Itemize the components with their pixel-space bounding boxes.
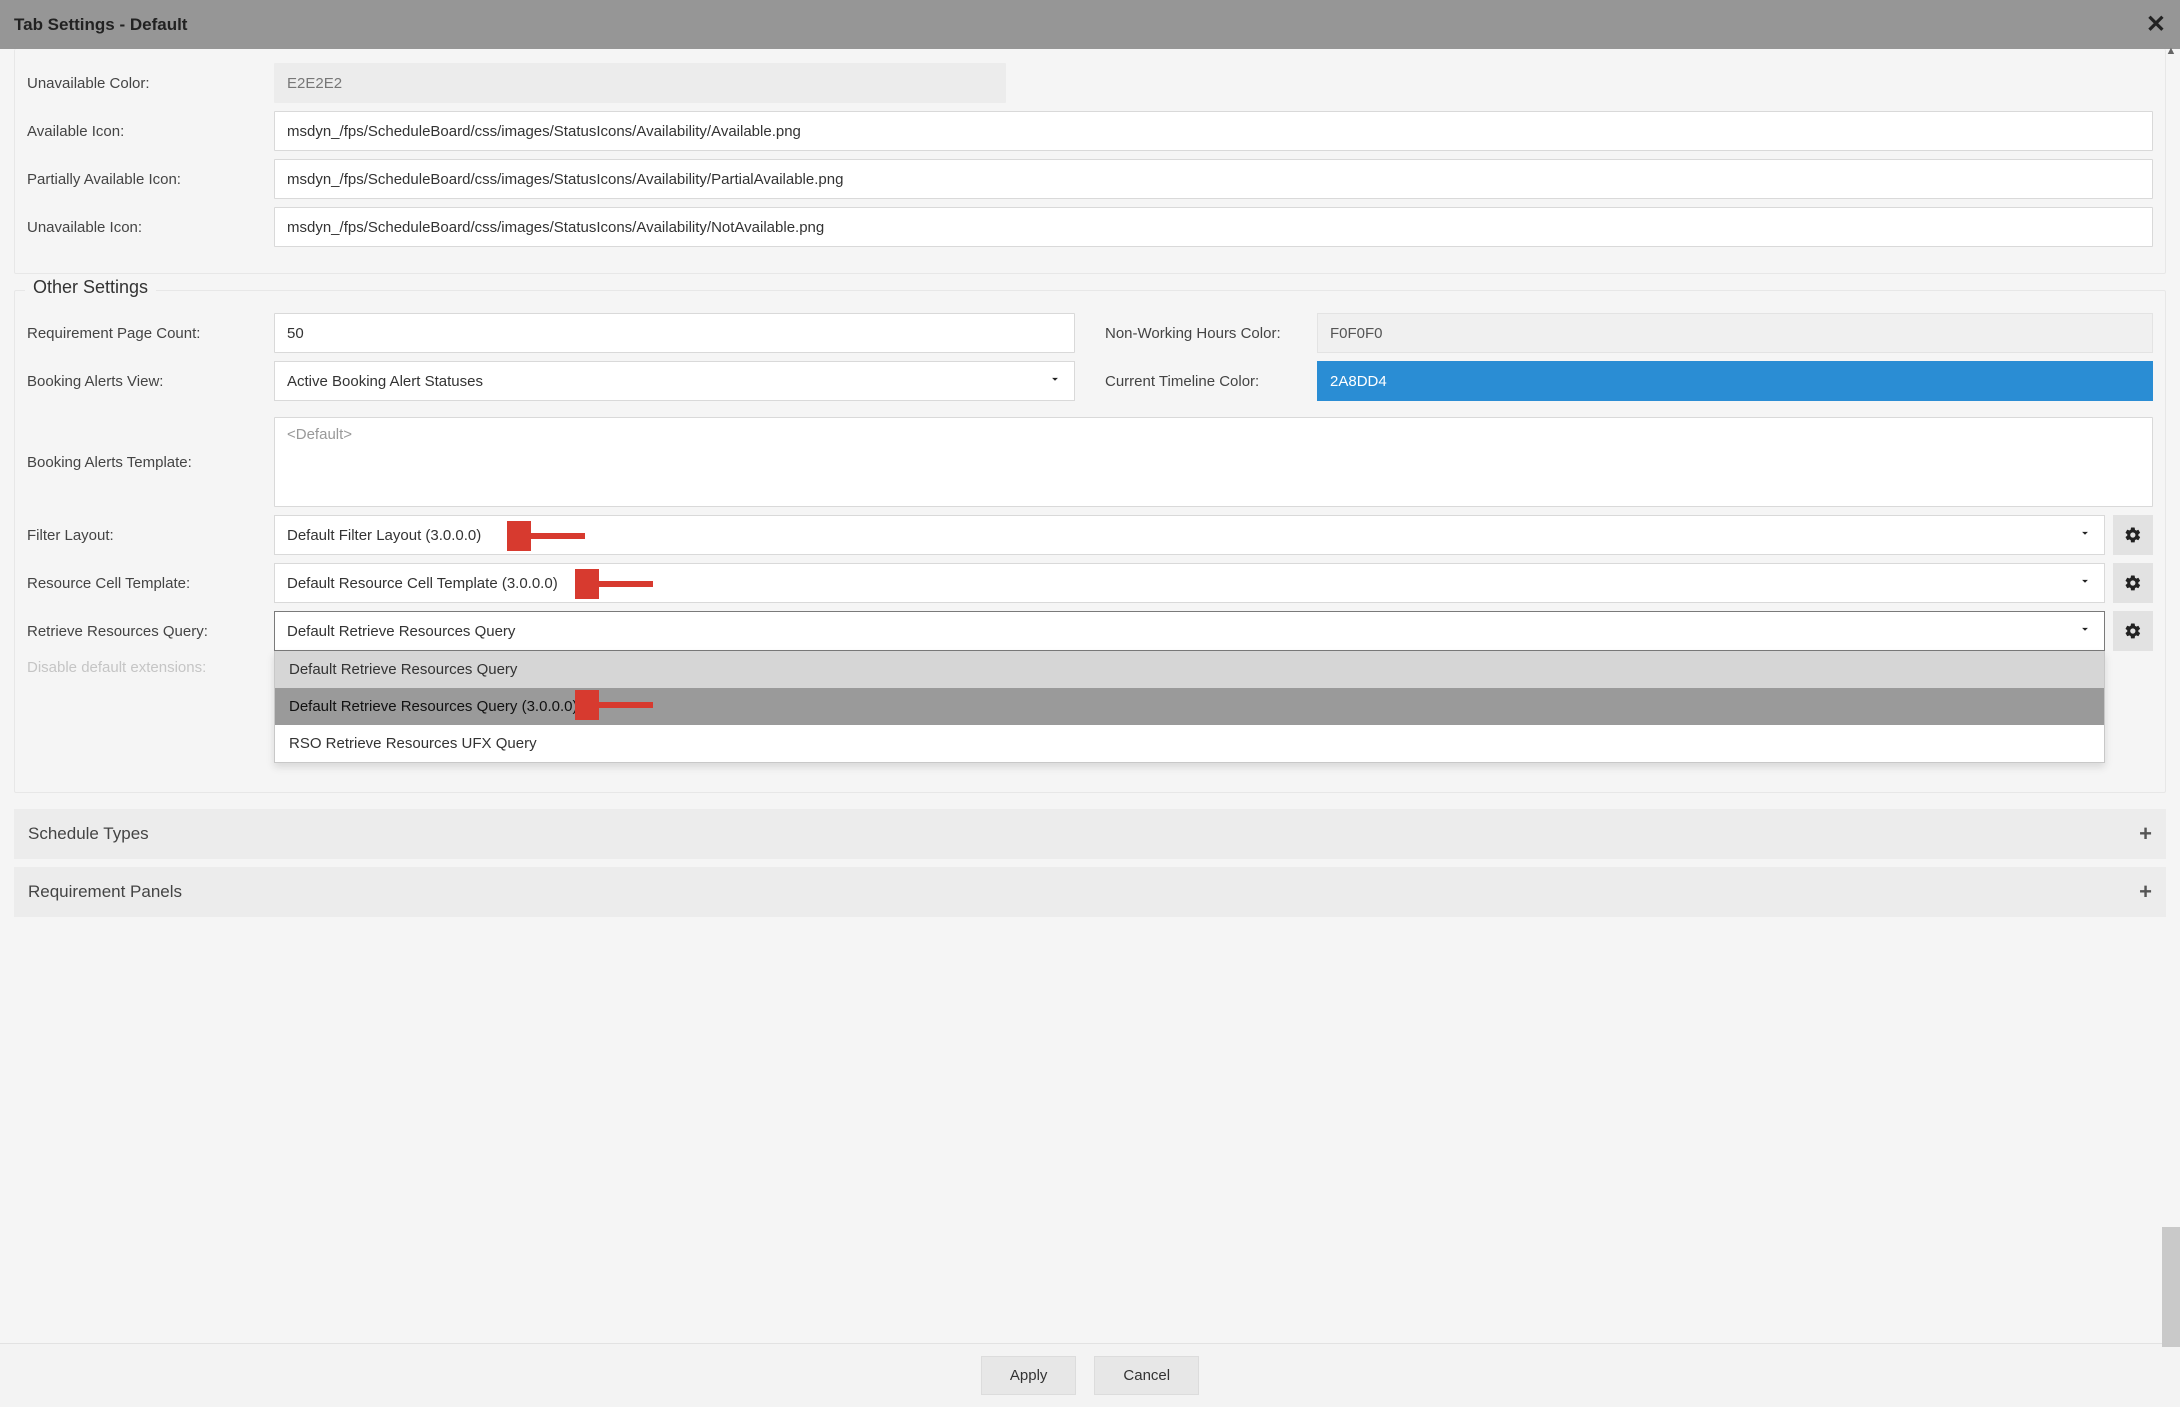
title-bar: Tab Settings - Default ✕ bbox=[0, 0, 2180, 49]
chevron-down-icon bbox=[2078, 574, 2092, 592]
booking-alerts-template-label: Booking Alerts Template: bbox=[27, 454, 262, 471]
available-icon-label: Available Icon: bbox=[27, 123, 262, 140]
timeline-color-label: Current Timeline Color: bbox=[1105, 373, 1305, 390]
plus-icon[interactable]: + bbox=[2139, 879, 2152, 905]
gear-icon bbox=[2124, 622, 2142, 640]
partially-icon-label: Partially Available Icon: bbox=[27, 171, 262, 188]
other-settings-legend: Other Settings bbox=[25, 277, 156, 298]
arrow-annotation-icon bbox=[575, 690, 655, 720]
nonworking-hours-color-field[interactable]: F0F0F0 bbox=[1317, 313, 2153, 353]
apply-button[interactable]: Apply bbox=[981, 1356, 1077, 1395]
unavailable-icon-field[interactable] bbox=[274, 207, 2153, 247]
partially-available-icon-field[interactable] bbox=[274, 159, 2153, 199]
booking-alerts-view-dropdown[interactable]: Active Booking Alert Statuses bbox=[274, 361, 1075, 401]
dialog-body: ▲ Unavailable Color: E2E2E2 Available Ic… bbox=[0, 49, 2180, 1343]
dropdown-option[interactable]: RSO Retrieve Resources UFX Query bbox=[275, 725, 2104, 762]
requirement-panels-section[interactable]: Requirement Panels + bbox=[14, 867, 2166, 917]
booking-alerts-template-field[interactable]: <Default> bbox=[274, 417, 2153, 507]
chevron-down-icon bbox=[2078, 622, 2092, 640]
gear-icon bbox=[2124, 574, 2142, 592]
req-page-count-label: Requirement Page Count: bbox=[27, 325, 262, 342]
filter-layout-gear-button[interactable] bbox=[2113, 515, 2153, 555]
disable-extensions-label: Disable default extensions: bbox=[27, 659, 262, 676]
retrieve-resources-query-listbox: Default Retrieve Resources Query Default… bbox=[274, 651, 2105, 763]
resource-cell-template-label: Resource Cell Template: bbox=[27, 575, 262, 592]
other-settings-group: Other Settings Requirement Page Count: B… bbox=[14, 290, 2166, 793]
dialog-footer: Apply Cancel bbox=[0, 1343, 2180, 1407]
section-title: Requirement Panels bbox=[28, 882, 182, 902]
chevron-down-icon bbox=[1048, 372, 1062, 390]
plus-icon[interactable]: + bbox=[2139, 821, 2152, 847]
filter-layout-dropdown[interactable]: Default Filter Layout (3.0.0.0) bbox=[274, 515, 2105, 555]
retrieve-resources-query-dropdown[interactable]: Default Retrieve Resources Query bbox=[274, 611, 2105, 651]
chevron-down-icon bbox=[2078, 526, 2092, 544]
resource-cell-template-gear-button[interactable] bbox=[2113, 563, 2153, 603]
close-icon[interactable]: ✕ bbox=[2146, 10, 2166, 39]
dialog-title: Tab Settings - Default bbox=[14, 15, 187, 35]
schedule-types-section[interactable]: Schedule Types + bbox=[14, 809, 2166, 859]
dropdown-option[interactable]: Default Retrieve Resources Query bbox=[275, 651, 2104, 688]
unavailable-color-label: Unavailable Color: bbox=[27, 75, 262, 92]
section-title: Schedule Types bbox=[28, 824, 149, 844]
dropdown-option[interactable]: Default Retrieve Resources Query (3.0.0.… bbox=[275, 688, 2104, 725]
cancel-button[interactable]: Cancel bbox=[1094, 1356, 1199, 1395]
booking-alerts-view-label: Booking Alerts View: bbox=[27, 373, 262, 390]
gear-icon bbox=[2124, 526, 2142, 544]
requirement-page-count-field[interactable] bbox=[274, 313, 1075, 353]
available-icon-field[interactable] bbox=[274, 111, 2153, 151]
retrieve-resources-query-label: Retrieve Resources Query: bbox=[27, 623, 262, 640]
current-timeline-color-field[interactable]: 2A8DD4 bbox=[1317, 361, 2153, 401]
filter-layout-label: Filter Layout: bbox=[27, 527, 262, 544]
resource-cell-template-dropdown[interactable]: Default Resource Cell Template (3.0.0.0) bbox=[274, 563, 2105, 603]
retrieve-resources-query-gear-button[interactable] bbox=[2113, 611, 2153, 651]
nonworking-color-label: Non-Working Hours Color: bbox=[1105, 325, 1305, 342]
scrollbar-thumb[interactable] bbox=[2162, 1227, 2180, 1343]
unavailable-icon-label: Unavailable Icon: bbox=[27, 219, 262, 236]
unavailable-color-field[interactable]: E2E2E2 bbox=[274, 63, 1006, 103]
